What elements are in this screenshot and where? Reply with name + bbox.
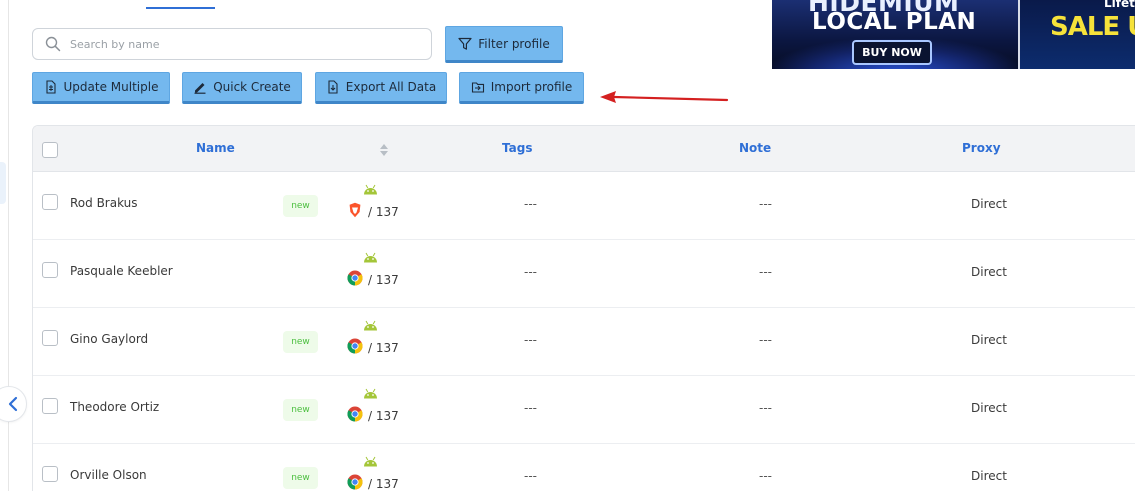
- chrome-icon: [347, 474, 363, 490]
- chrome-icon: [347, 338, 363, 354]
- browser-version: / 137: [368, 205, 399, 219]
- promo-plan: LOCAL PLAN: [812, 9, 977, 35]
- column-header-note: Note: [739, 141, 772, 155]
- profiles-table: Name Tags Note Proxy Rod Brakus new / 13…: [32, 125, 1135, 491]
- browser-version: / 137: [368, 341, 399, 355]
- proxy-cell: Direct: [971, 197, 1007, 211]
- quick-create-button[interactable]: Quick Create: [182, 72, 302, 104]
- filter-profile-label: Filter profile: [478, 36, 550, 51]
- new-badge: new: [283, 331, 318, 353]
- profile-name[interactable]: Rod Brakus: [70, 196, 138, 210]
- quick-create-label: Quick Create: [213, 80, 291, 94]
- proxy-cell: Direct: [971, 333, 1007, 347]
- column-header-tags: Tags: [502, 141, 533, 155]
- table-header: Name Tags Note Proxy: [33, 126, 1135, 172]
- note-cell: ---: [759, 469, 772, 483]
- file-edit-icon: [45, 80, 56, 94]
- promo-lifetime-text: Lifeti: [1104, 0, 1135, 10]
- table-row[interactable]: Gino Gaylord new / 137 --- --- Direct: [33, 308, 1135, 376]
- tags-cell: ---: [524, 265, 537, 279]
- collapse-sidebar-button[interactable]: [0, 386, 27, 422]
- promo-banner-right: Lifeti SALE UP 8: [1018, 0, 1135, 69]
- annotation-arrow-icon: [600, 91, 729, 103]
- proxy-cell: Direct: [971, 469, 1007, 483]
- table-row[interactable]: Orville Olson new / 137 --- --- Direct: [33, 444, 1135, 491]
- pencil-icon: [194, 83, 206, 94]
- column-header-proxy: Proxy: [962, 141, 1001, 155]
- proxy-cell: Direct: [971, 401, 1007, 415]
- android-icon: [364, 456, 377, 467]
- filter-profile-button[interactable]: Filter profile: [445, 26, 563, 63]
- profile-name[interactable]: Orville Olson: [70, 468, 147, 482]
- import-profile-button[interactable]: Import profile: [459, 72, 584, 104]
- row-checkbox[interactable]: [42, 262, 58, 278]
- note-cell: ---: [759, 197, 772, 211]
- update-multiple-button[interactable]: Update Multiple: [32, 72, 170, 104]
- import-profile-label: Import profile: [490, 80, 573, 94]
- table-row[interactable]: Rod Brakus new / 137 --- --- Direct: [33, 172, 1135, 240]
- column-header-name[interactable]: Name: [196, 141, 235, 155]
- android-icon: [364, 388, 377, 399]
- search-box[interactable]: [32, 28, 432, 60]
- promo-banner-left: HIDEMIUM LOCAL PLAN BUY NOW: [772, 0, 1018, 69]
- row-checkbox[interactable]: [42, 466, 58, 482]
- row-checkbox[interactable]: [42, 330, 58, 346]
- note-cell: ---: [759, 333, 772, 347]
- buy-now-button[interactable]: BUY NOW: [852, 40, 932, 65]
- table-row[interactable]: Theodore Ortiz new / 137 --- --- Direct: [33, 376, 1135, 444]
- update-multiple-label: Update Multiple: [63, 80, 159, 94]
- search-icon: [45, 36, 61, 52]
- android-icon: [364, 184, 377, 195]
- tags-cell: ---: [524, 197, 537, 211]
- browser-version: / 137: [368, 477, 399, 491]
- note-cell: ---: [759, 265, 772, 279]
- row-checkbox[interactable]: [42, 194, 58, 210]
- folder-import-icon: [471, 82, 484, 93]
- sidebar-active-marker: [0, 162, 6, 204]
- active-tab-indicator: [146, 7, 215, 9]
- promo-sale-text: SALE UP 8: [1050, 12, 1135, 42]
- new-badge: new: [283, 399, 318, 421]
- note-cell: ---: [759, 401, 772, 415]
- android-icon: [364, 320, 377, 331]
- browser-version: / 137: [368, 273, 399, 287]
- export-all-data-button[interactable]: Export All Data: [315, 72, 447, 104]
- select-all-checkbox[interactable]: [42, 142, 58, 158]
- android-icon: [364, 252, 377, 263]
- profile-name[interactable]: Theodore Ortiz: [70, 400, 159, 414]
- file-export-icon: [328, 80, 338, 94]
- chevron-left-icon: [8, 396, 18, 412]
- proxy-cell: Direct: [971, 265, 1007, 279]
- search-input[interactable]: [70, 37, 400, 51]
- filter-icon: [458, 37, 472, 50]
- table-row[interactable]: Pasquale Keebler / 137 --- --- Direct: [33, 240, 1135, 308]
- chrome-icon: [347, 406, 363, 422]
- row-checkbox[interactable]: [42, 398, 58, 414]
- tags-cell: ---: [524, 401, 537, 415]
- promo-banner[interactable]: HIDEMIUM LOCAL PLAN BUY NOW Lifeti SALE …: [772, 0, 1135, 69]
- sort-icon[interactable]: [379, 143, 389, 157]
- new-badge: new: [283, 467, 318, 489]
- new-badge: new: [283, 195, 318, 217]
- profile-name[interactable]: Pasquale Keebler: [70, 264, 173, 278]
- tags-cell: ---: [524, 469, 537, 483]
- chrome-icon: [347, 270, 363, 286]
- browser-version: / 137: [368, 409, 399, 423]
- tags-cell: ---: [524, 333, 537, 347]
- brave-icon: [349, 202, 361, 218]
- export-all-data-label: Export All Data: [345, 80, 437, 94]
- profile-name[interactable]: Gino Gaylord: [70, 332, 148, 346]
